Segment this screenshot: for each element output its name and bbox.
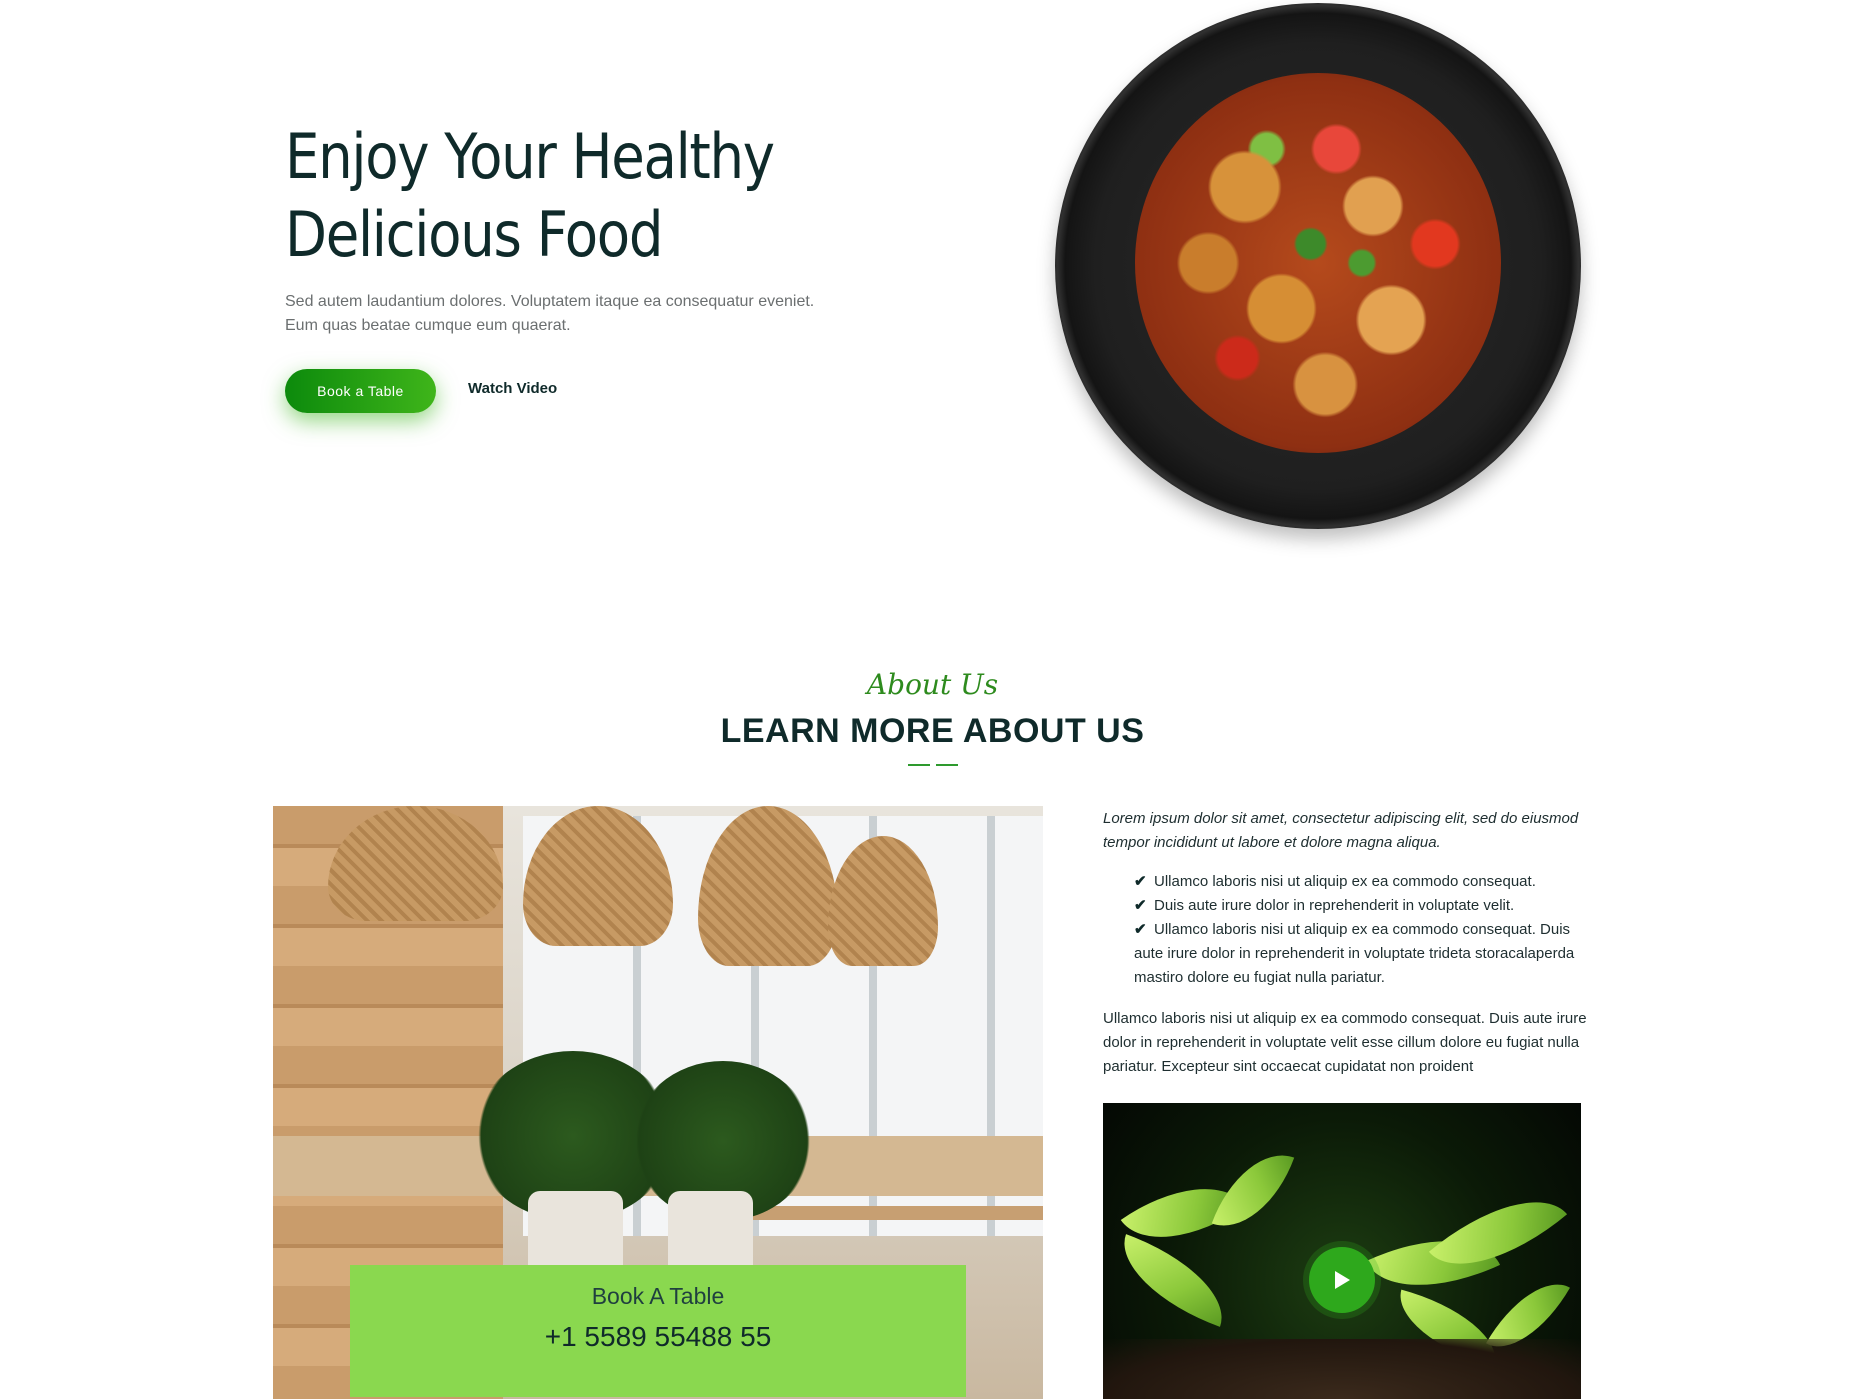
hero-title: Enjoy Your Healthy Delicious Food [285, 118, 813, 274]
about-intro: Lorem ipsum dolor sit amet, consectetur … [1103, 810, 1579, 851]
about-heading: LEARN MORE ABOUT US [720, 712, 1145, 750]
about-checklist: ✔ Ullamco laboris nisi ut aliquip ex ea c… [1134, 870, 1584, 990]
food-bowl-image [1055, 3, 1581, 529]
play-video-button[interactable] [1309, 1247, 1375, 1313]
list-item: ✔ Ullamco laboris nisi ut aliquip ex ea c… [1134, 870, 1584, 894]
about-script-title: About Us [866, 668, 999, 701]
book-card-title: Book A Table [591, 1283, 725, 1309]
heading-divider [908, 764, 958, 767]
check-icon: ✔ [1134, 897, 1147, 914]
bowl-food [1135, 73, 1501, 453]
soil [1103, 1339, 1581, 1399]
hero-description: Sed autem laudantium dolores. Voluptatem… [285, 293, 815, 334]
hero-title-line-1: Enjoy Your Healthy [285, 120, 775, 193]
book-table-card: Book A Table +1 5589 55488 55 [350, 1265, 966, 1397]
watch-video-link[interactable]: Watch Video [468, 380, 557, 397]
play-icon [1335, 1271, 1350, 1289]
list-item: ✔ Duis aute irure dolor in reprehenderit … [1134, 894, 1584, 918]
check-icon: ✔ [1134, 921, 1147, 938]
check-icon: ✔ [1134, 873, 1147, 890]
hero-title-line-2: Delicious Food [285, 198, 663, 271]
table [733, 1206, 1043, 1220]
about-paragraph: Ullamco laboris nisi ut aliquip ex ea co… [1103, 1010, 1587, 1075]
leaf [1107, 1234, 1239, 1327]
book-table-button[interactable]: Book a Table [285, 369, 436, 413]
list-item: ✔ Ullamco laboris nisi ut aliquip ex ea c… [1134, 918, 1584, 990]
book-card-phone: +1 5589 55488 55 [544, 1321, 772, 1352]
